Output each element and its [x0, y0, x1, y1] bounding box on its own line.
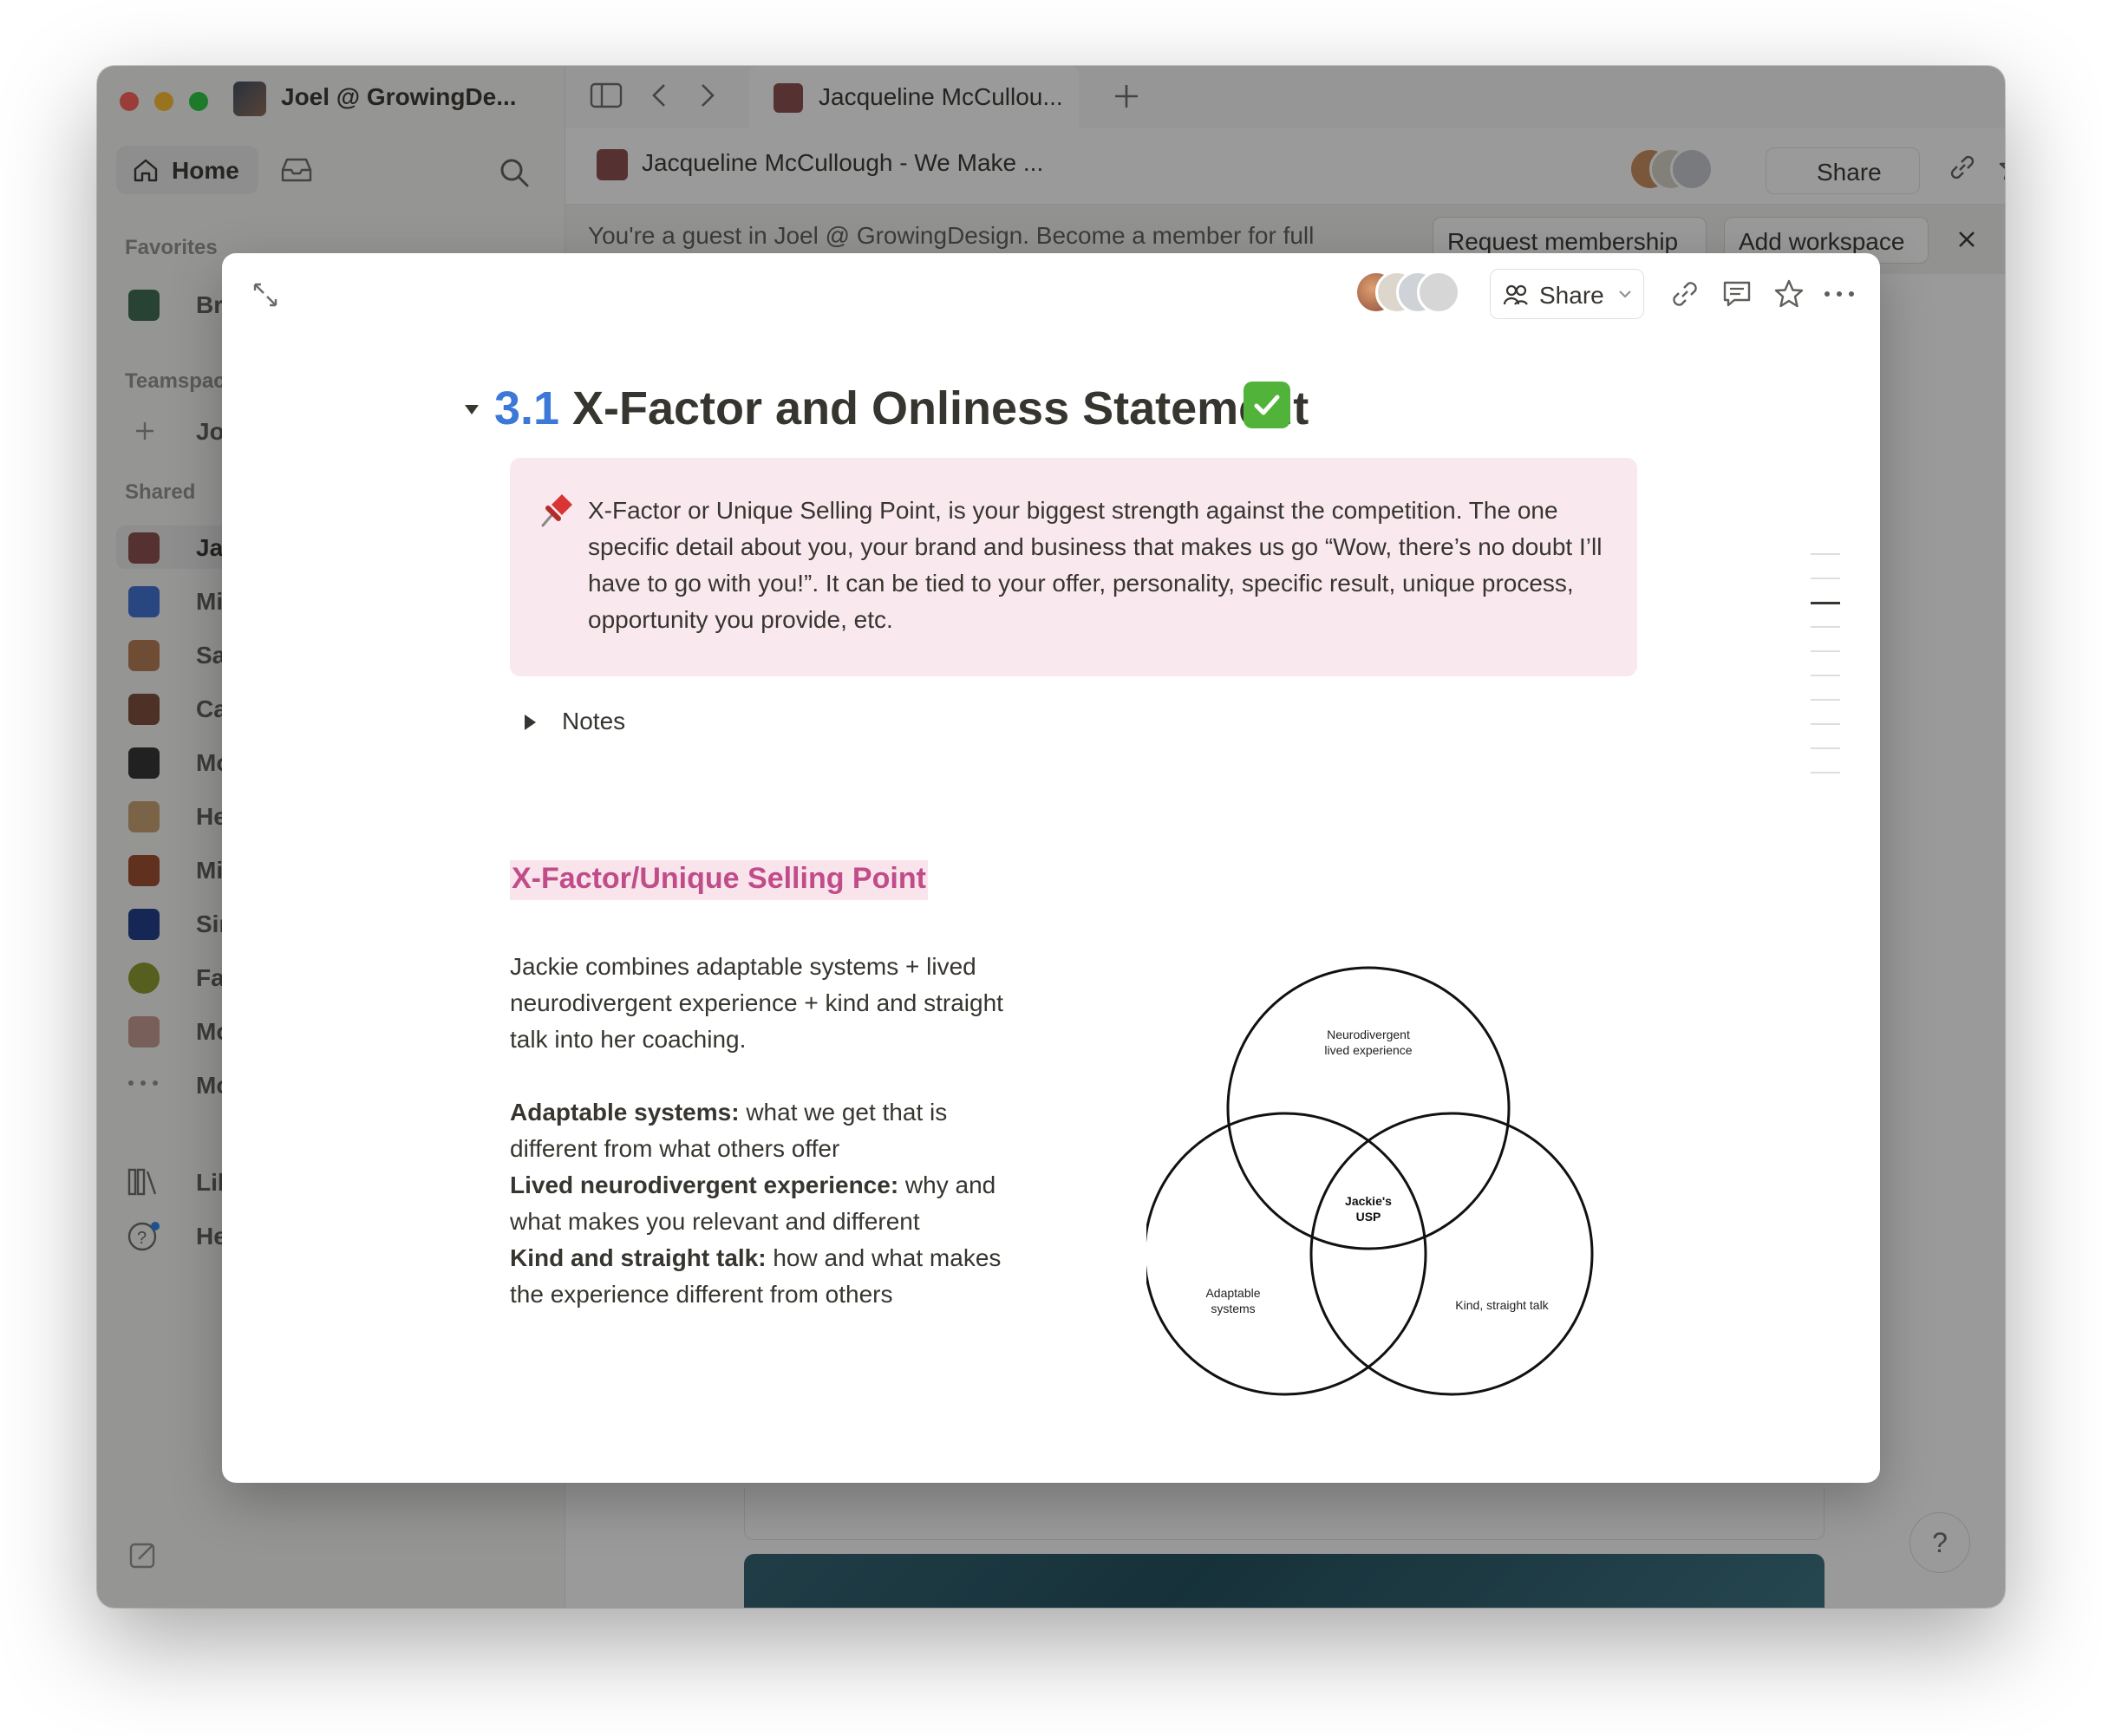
body-text: Jackie combines adaptable systems + live…: [510, 949, 1030, 1313]
callout-text: X-Factor or Unique Selling Point, is you…: [588, 497, 1603, 633]
venn-label-center: Jackie's: [1345, 1194, 1392, 1208]
notes-toggle[interactable]: Notes: [562, 708, 625, 735]
avatar: [1417, 271, 1460, 314]
venn-label-right: Kind, straight talk: [1455, 1298, 1549, 1312]
venn-diagram: Neurodivergent lived experience Adaptabl…: [1146, 966, 1594, 1396]
chevron-down-icon: [1619, 290, 1631, 298]
caret-right-icon[interactable]: [522, 713, 538, 732]
more-icon[interactable]: [1823, 288, 1856, 300]
heading-number: 3.1: [494, 382, 560, 434]
point-term: Lived neurodivergent experience:: [510, 1171, 899, 1198]
page-peek-modal: Share 3.1 X-Factor and Onliness Statemen…: [222, 253, 1880, 1483]
page-title: X-Factor and Onliness Statement: [572, 382, 1309, 434]
point-item: Kind and straight talk: how and what mak…: [510, 1240, 1030, 1313]
venn-label-left-2: systems: [1211, 1302, 1255, 1315]
table-of-contents-rail[interactable]: [1811, 553, 1842, 779]
star-icon[interactable]: [1772, 277, 1805, 310]
section-heading: X-Factor/Unique Selling Point: [510, 860, 928, 900]
comment-icon[interactable]: [1720, 277, 1753, 310]
venn-label-top: Neurodivergent: [1327, 1028, 1410, 1041]
point-item: Lived neurodivergent experience: why and…: [510, 1167, 1030, 1240]
toc-mark[interactable]: [1811, 699, 1840, 701]
check-mark-icon: [1244, 382, 1290, 428]
toc-mark[interactable]: [1811, 626, 1840, 628]
point-term: Kind and straight talk:: [510, 1244, 767, 1271]
point-term: Adaptable systems:: [510, 1099, 740, 1126]
toc-mark[interactable]: [1811, 772, 1840, 773]
share-label: Share: [1539, 282, 1604, 309]
callout: X-Factor or Unique Selling Point, is you…: [510, 458, 1637, 676]
toc-mark[interactable]: [1811, 578, 1840, 579]
venn-label-top-2: lived experience: [1324, 1043, 1412, 1057]
venn-label-center-2: USP: [1356, 1210, 1381, 1224]
toc-mark[interactable]: [1811, 650, 1840, 652]
toc-mark[interactable]: [1811, 553, 1840, 555]
intro-paragraph: Jackie combines adaptable systems + live…: [510, 953, 1003, 1053]
link-icon[interactable]: [1668, 277, 1701, 310]
toc-mark[interactable]: [1811, 723, 1840, 725]
toc-mark-active[interactable]: [1811, 602, 1840, 604]
people-icon: [1503, 284, 1528, 305]
venn-label-left: Adaptable: [1205, 1286, 1260, 1300]
expand-icon[interactable]: [251, 281, 279, 309]
venn-circle-right: [1309, 1112, 1594, 1396]
share-button[interactable]: Share: [1490, 269, 1644, 319]
point-item: Adaptable systems: what we get that is d…: [510, 1094, 1030, 1167]
caret-down-icon[interactable]: [463, 402, 480, 416]
collaborator-avatars[interactable]: [1355, 271, 1460, 316]
pushpin-icon: [541, 494, 572, 527]
toc-mark[interactable]: [1811, 747, 1840, 749]
venn-circle-left: [1146, 1112, 1427, 1396]
toc-mark[interactable]: [1811, 675, 1840, 676]
